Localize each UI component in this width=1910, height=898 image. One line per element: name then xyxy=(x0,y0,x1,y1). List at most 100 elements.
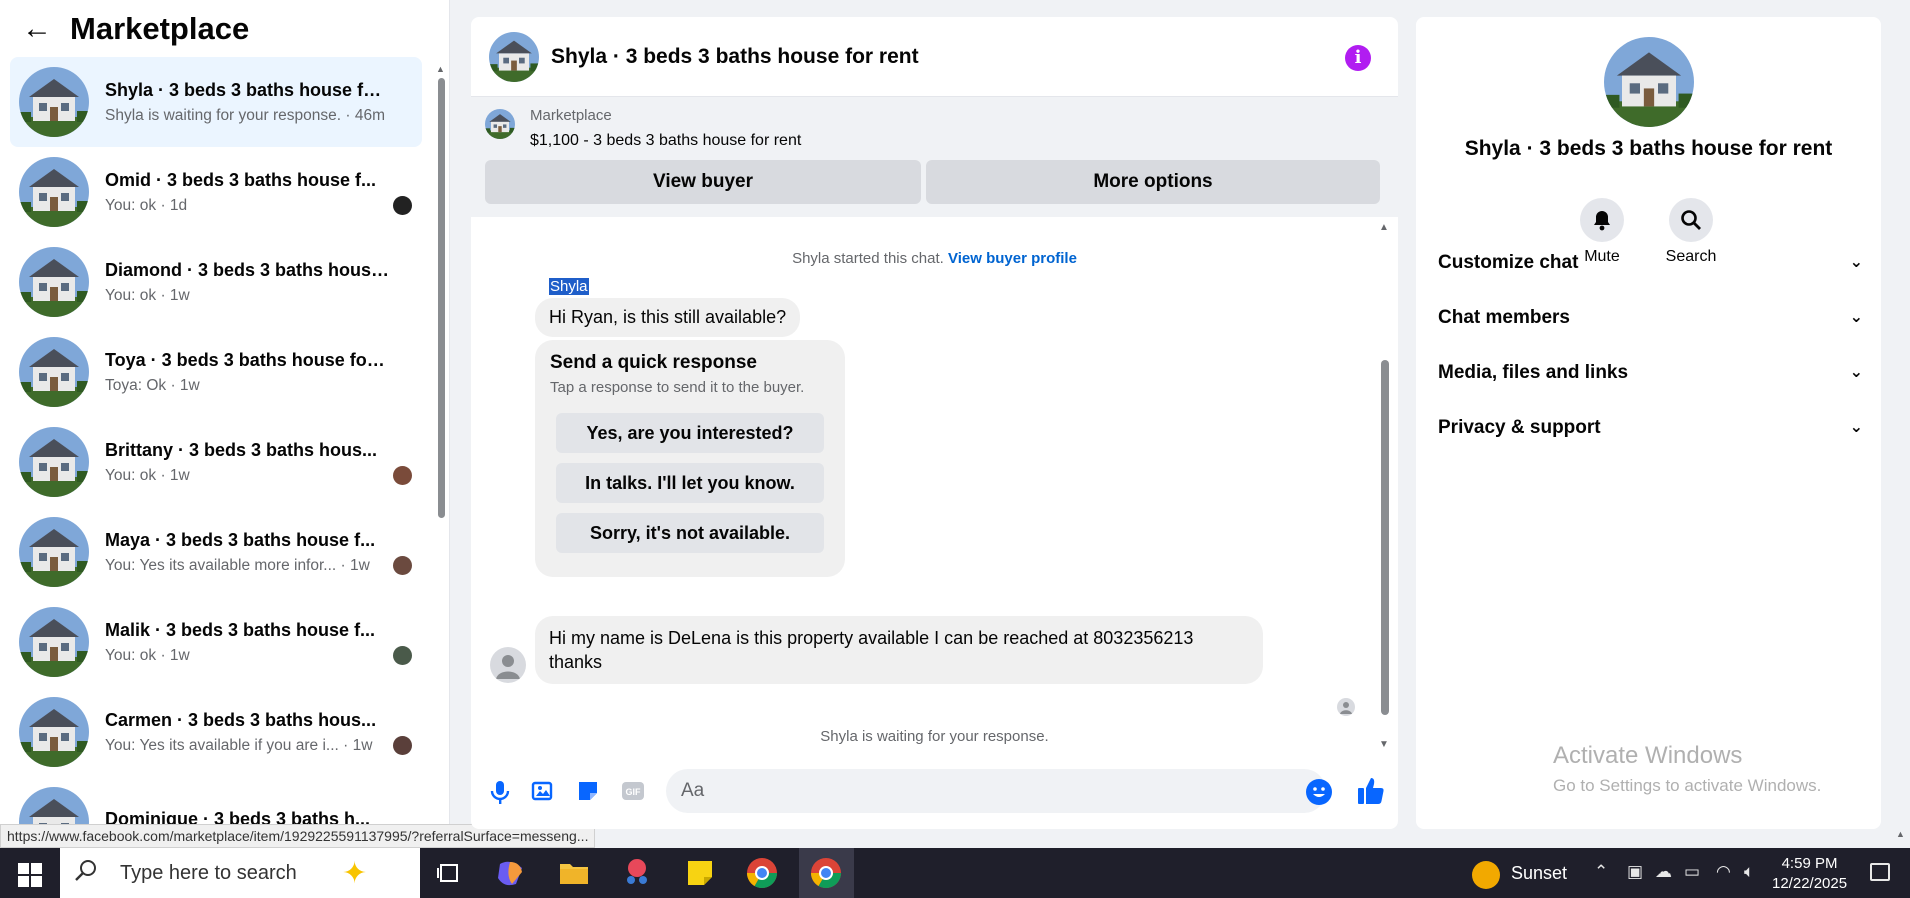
scroll-down-arrow-icon[interactable]: ▼ xyxy=(1379,739,1389,750)
copilot-app-icon[interactable] xyxy=(494,856,528,890)
chat-scroll-thumb[interactable] xyxy=(1381,360,1389,715)
battery-icon[interactable]: ▭ xyxy=(1684,862,1700,882)
microphone-icon[interactable] xyxy=(487,779,513,805)
task-view-icon[interactable] xyxy=(432,856,466,890)
clock-date: 12/22/2025 xyxy=(1772,875,1848,892)
photo-icon[interactable] xyxy=(530,779,556,805)
watermark-title: Activate Windows xyxy=(1553,742,1743,769)
conversation-preview: Shyla is waiting for your response. · 46… xyxy=(105,106,385,124)
sidebar-scroll-thumb[interactable] xyxy=(438,78,445,518)
weather-label[interactable]: Sunset xyxy=(1511,863,1567,884)
conversation-item[interactable]: Omid · 3 beds 3 baths house f... You: ok… xyxy=(10,147,422,237)
chat-members-section[interactable]: Chat members ⌄ xyxy=(1438,307,1863,329)
wifi-icon[interactable]: ◠ xyxy=(1716,862,1731,882)
thumbs-up-icon[interactable] xyxy=(1357,776,1385,806)
chat-avatar[interactable] xyxy=(489,32,539,82)
svg-text:GIF: GIF xyxy=(626,787,642,797)
listing-thumbnail xyxy=(485,109,515,139)
quick-response-button[interactable]: In talks. I'll let you know. xyxy=(556,463,824,503)
read-receipt-avatar xyxy=(393,556,412,575)
taskbar-search-box[interactable]: Type here to search ✦ xyxy=(60,848,420,898)
emoji-icon[interactable] xyxy=(1306,779,1332,805)
chevron-down-icon: ⌄ xyxy=(1849,419,1863,436)
view-buyer-button[interactable]: View buyer xyxy=(485,160,921,204)
listing-thumbnail xyxy=(19,427,89,497)
conversation-preview: You: Yes its available more infor... · 1… xyxy=(105,556,370,574)
section-label: Media, files and links xyxy=(1438,362,1629,383)
quick-response-button[interactable]: Yes, are you interested? xyxy=(556,413,824,453)
notification-center-icon[interactable] xyxy=(1870,863,1890,881)
sticky-notes-icon[interactable] xyxy=(683,856,717,890)
listing-thumbnail xyxy=(19,157,89,227)
file-explorer-icon[interactable] xyxy=(557,856,591,890)
conversation-preview: You: ok · 1w xyxy=(105,286,190,304)
listing-thumbnail xyxy=(19,247,89,317)
more-options-button[interactable]: More options xyxy=(926,160,1380,204)
volume-icon[interactable]: 🔈︎ xyxy=(1744,862,1754,882)
section-label: Privacy & support xyxy=(1438,417,1601,438)
message-thread: Shyla started this chat. View buyer prof… xyxy=(471,220,1398,760)
conversation-preview: You: ok · 1w xyxy=(105,646,190,664)
windows-taskbar: Type here to search ✦ Sunset ⌃ ▣ ☁ ▭ ◠ 🔈… xyxy=(0,848,1910,898)
conversation-item[interactable]: Maya · 3 beds 3 baths house f... You: Ye… xyxy=(10,507,422,597)
conversation-preview: You: ok · 1d xyxy=(105,196,188,214)
media-files-links-section[interactable]: Media, files and links ⌄ xyxy=(1438,362,1863,384)
conversation-item[interactable]: Carmen · 3 beds 3 baths hous... You: Yes… xyxy=(10,687,422,777)
buyer-avatar[interactable] xyxy=(490,647,526,683)
chat-title[interactable]: Shyla · 3 beds 3 baths house for rent xyxy=(551,45,919,69)
read-receipt-avatar xyxy=(393,736,412,755)
conversation-sidebar: ← Marketplace Shyla · 3 beds 3 baths hou… xyxy=(0,0,596,848)
conversation-item[interactable]: Brittany · 3 beds 3 baths hous... You: o… xyxy=(10,417,422,507)
privacy-support-section[interactable]: Privacy & support ⌄ xyxy=(1438,417,1863,439)
quick-response-title: Send a quick response xyxy=(550,352,757,373)
info-icon[interactable]: i xyxy=(1345,45,1371,71)
conversation-name: Omid · 3 beds 3 baths house f... xyxy=(105,169,377,190)
waiting-notice: Shyla is waiting for your response. xyxy=(820,728,1049,745)
search-icon xyxy=(74,858,104,889)
read-receipt-avatar xyxy=(393,466,412,485)
view-buyer-profile-link[interactable]: View buyer profile xyxy=(948,250,1077,267)
message-input[interactable] xyxy=(666,769,1326,813)
snipping-tool-icon[interactable] xyxy=(620,856,654,890)
quick-response-card: Send a quick response Tap a response to … xyxy=(535,340,845,577)
scroll-up-arrow-icon[interactable]: ▲ xyxy=(436,64,445,74)
listing-thumbnail xyxy=(19,697,89,767)
conversation-item[interactable]: Malik · 3 beds 3 baths house f... You: o… xyxy=(10,597,422,687)
onedrive-icon[interactable]: ☁ xyxy=(1655,862,1672,882)
quick-response-subtitle: Tap a response to send it to the buyer. xyxy=(550,379,805,396)
windows-start-icon[interactable] xyxy=(18,863,42,887)
chevron-down-icon: ⌄ xyxy=(1849,364,1863,381)
meet-now-icon[interactable]: ▣ xyxy=(1627,862,1643,882)
conversation-item[interactable]: Diamond · 3 beds 3 baths house... You: o… xyxy=(10,237,422,327)
listing-source: Marketplace xyxy=(530,107,612,124)
listing-thumbnail xyxy=(19,67,89,137)
sunset-weather-icon[interactable] xyxy=(1472,861,1500,889)
gif-icon[interactable]: GIF xyxy=(620,779,646,805)
active-chrome-icon[interactable] xyxy=(799,848,854,898)
listing-description[interactable]: $1,100 - 3 beds 3 baths house for rent xyxy=(530,132,801,150)
chat-header: Shyla · 3 beds 3 baths house for rent i xyxy=(471,17,1398,97)
chat-scrollbar[interactable]: ▲ ▼ xyxy=(1378,222,1392,752)
chat-info-panel: Shyla · 3 beds 3 baths house for rent Mu… xyxy=(1416,17,1881,829)
sidebar-scrollbar[interactable]: ▲ xyxy=(435,60,447,835)
conversation-item[interactable]: Toya · 3 beds 3 baths house for r... Toy… xyxy=(10,327,422,417)
chat-started-text: Shyla started this chat. xyxy=(792,250,944,267)
quick-response-button[interactable]: Sorry, it's not available. xyxy=(556,513,824,553)
section-label: Customize chat xyxy=(1438,252,1579,273)
sidebar-title: Marketplace xyxy=(70,11,250,46)
conversation-name: Maya · 3 beds 3 baths house f... xyxy=(105,529,376,550)
resize-corner-icon: ▲ xyxy=(1896,829,1905,839)
chrome-profile-icon[interactable] xyxy=(745,856,779,890)
taskbar-search-placeholder: Type here to search xyxy=(120,861,297,884)
listing-thumbnail xyxy=(19,517,89,587)
conversation-item[interactable]: Shyla · 3 beds 3 baths house for ... Shy… xyxy=(10,57,422,147)
conversation-name: Shyla · 3 beds 3 baths house for ... xyxy=(105,79,390,100)
conversation-name: Toya · 3 beds 3 baths house for r... xyxy=(105,349,390,370)
customize-chat-section[interactable]: Customize chat ⌄ xyxy=(1438,252,1863,274)
activate-windows-watermark: Activate Windows Go to Settings to activ… xyxy=(1553,742,1821,796)
back-arrow-icon[interactable]: ← xyxy=(22,12,62,46)
taskbar-clock[interactable]: 4:59 PM 12/22/2025 xyxy=(1772,854,1847,894)
scroll-up-arrow-icon[interactable]: ▲ xyxy=(1379,222,1389,233)
sticker-icon[interactable] xyxy=(575,779,601,805)
chevron-up-icon[interactable]: ⌃ xyxy=(1594,862,1608,882)
